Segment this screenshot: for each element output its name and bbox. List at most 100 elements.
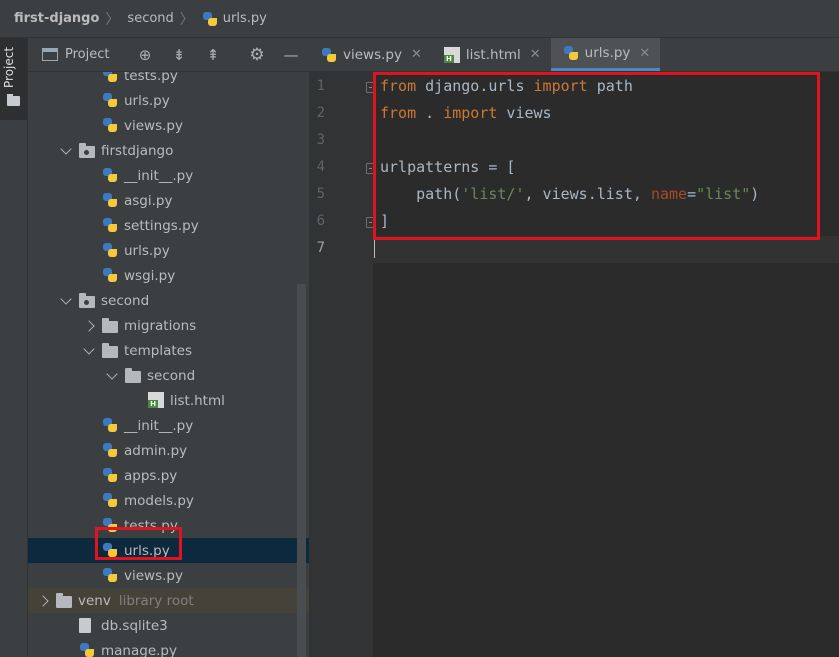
tree-item-label: second: [147, 367, 196, 384]
tree-item-label: urls.py: [124, 242, 170, 259]
tree-item[interactable]: models.py: [28, 488, 309, 513]
package-folder-icon: [79, 143, 95, 158]
editor-tab[interactable]: urls.py ✕: [550, 38, 661, 71]
line-number: 1: [316, 78, 325, 94]
project-panel: Project ⊕ ⇟ ⇞ ⚙ — tests.py urls.py views.p…: [28, 38, 309, 657]
breadcrumb-folder[interactable]: second: [127, 11, 173, 26]
tree-item[interactable]: asgi.py: [28, 188, 309, 213]
editor-tab[interactable]: views.py ✕: [309, 38, 432, 71]
tool-window-strip: Project: [0, 38, 28, 657]
html-file-icon: H: [148, 392, 164, 408]
tree-item-label: apps.py: [124, 467, 178, 484]
project-panel-title: Project: [65, 47, 110, 62]
python-file-icon: [102, 242, 118, 258]
folder-icon: [56, 593, 72, 608]
chevron-down-icon[interactable]: [106, 368, 118, 380]
python-file-icon: [102, 567, 118, 583]
python-file-icon: [202, 11, 218, 27]
chevron-down-icon[interactable]: [83, 343, 95, 355]
tree-item[interactable]: admin.py: [28, 438, 309, 463]
folder-icon: [102, 318, 118, 333]
scrollbar[interactable]: [297, 284, 306, 657]
tree-item-label: db.sqlite3: [101, 617, 168, 634]
tree-item[interactable]: manage.py: [28, 638, 309, 657]
tree-item-label: views.py: [124, 567, 183, 584]
tab-label: urls.py: [584, 45, 631, 61]
python-file-icon: [102, 417, 118, 433]
tree-item-label: admin.py: [124, 442, 188, 459]
line-number: 7: [316, 240, 325, 256]
close-icon[interactable]: ✕: [639, 46, 650, 61]
folder-icon: [102, 343, 118, 358]
close-icon[interactable]: ✕: [530, 47, 541, 62]
tree-item[interactable]: second: [28, 288, 309, 313]
project-tool-window-button[interactable]: Project: [0, 38, 27, 120]
tree-item-label: wsgi.py: [124, 267, 176, 284]
python-file-icon: [321, 47, 337, 63]
locate-icon[interactable]: ⊕: [136, 46, 154, 64]
tree-item-label: firstdjango: [101, 142, 174, 159]
navigation-bar: first-django 〉 second 〉 urls.py: [0, 0, 839, 38]
tree-item[interactable]: __init__.py: [28, 413, 309, 438]
gear-icon[interactable]: ⚙: [248, 46, 266, 64]
breadcrumb-file[interactable]: urls.py: [202, 11, 267, 27]
file-highlight-box: [95, 527, 182, 560]
folder-icon: [125, 368, 141, 383]
database-file-icon: [79, 618, 91, 633]
tree-item-label: views.py: [124, 117, 183, 134]
python-file-icon: [102, 467, 118, 483]
python-file-icon: [102, 192, 118, 208]
tree-item[interactable]: second: [28, 363, 309, 388]
tree-item-label: venv library root: [78, 592, 194, 609]
tree-item[interactable]: urls.py: [28, 238, 309, 263]
tree-item[interactable]: templates: [28, 338, 309, 363]
editor-tab[interactable]: Hlist.html ✕: [432, 38, 551, 71]
tree-item-label: asgi.py: [124, 192, 173, 209]
tree-item[interactable]: db.sqlite3: [28, 613, 309, 638]
chevron-down-icon[interactable]: [60, 143, 72, 155]
tree-item[interactable]: wsgi.py: [28, 263, 309, 288]
project-tree: tests.py urls.py views.py firstdjango __init…: [28, 63, 309, 657]
line-number: 3: [316, 132, 325, 148]
tab-label: list.html: [465, 46, 521, 63]
line-number: 6: [316, 213, 325, 229]
collapse-all-icon[interactable]: ⇞: [204, 46, 222, 64]
tree-item-label: second: [101, 292, 150, 309]
tree-item[interactable]: settings.py: [28, 213, 309, 238]
close-icon[interactable]: ✕: [411, 47, 422, 62]
expand-all-icon[interactable]: ⇟: [170, 46, 188, 64]
tree-item[interactable]: apps.py: [28, 463, 309, 488]
tree-item-label: settings.py: [124, 217, 199, 234]
chevron-down-icon[interactable]: [60, 293, 72, 305]
current-line-highlight: [373, 236, 839, 263]
html-file-icon: H: [443, 46, 460, 63]
tree-item-label: migrations: [124, 317, 197, 334]
tree-item-label: __init__.py: [124, 167, 194, 184]
folder-icon: [7, 94, 20, 106]
tree-item[interactable]: migrations: [28, 313, 309, 338]
tab-label: views.py: [343, 46, 402, 63]
hide-icon[interactable]: —: [282, 46, 300, 64]
text-caret: [374, 238, 375, 258]
tree-item[interactable]: views.py: [28, 563, 309, 588]
project-view-selector[interactable]: Project: [42, 47, 109, 62]
tree-item[interactable]: __init__.py: [28, 163, 309, 188]
tree-item[interactable]: Hlist.html: [28, 388, 309, 413]
chevron-right-icon[interactable]: [37, 595, 49, 607]
python-file-icon: [102, 117, 118, 133]
tree-item-label: list.html: [170, 392, 225, 409]
tree-item[interactable]: urls.py: [28, 88, 309, 113]
python-file-icon: [79, 642, 95, 657]
python-file-icon: [563, 45, 579, 61]
tree-item[interactable]: views.py: [28, 113, 309, 138]
tree-item[interactable]: venv library root: [28, 588, 309, 613]
python-file-icon: [102, 442, 118, 458]
python-file-icon: [102, 492, 118, 508]
python-file-icon: [102, 267, 118, 283]
breadcrumb-project[interactable]: first-django: [14, 11, 99, 26]
project-tool-label: Project: [2, 46, 16, 88]
tree-item[interactable]: firstdjango: [28, 138, 309, 163]
editor-tab-bar: views.py ✕ Hlist.html ✕ urls.py ✕: [309, 38, 839, 72]
chevron-right-icon[interactable]: [83, 320, 95, 332]
breadcrumb-separator-icon: 〉: [179, 11, 194, 28]
